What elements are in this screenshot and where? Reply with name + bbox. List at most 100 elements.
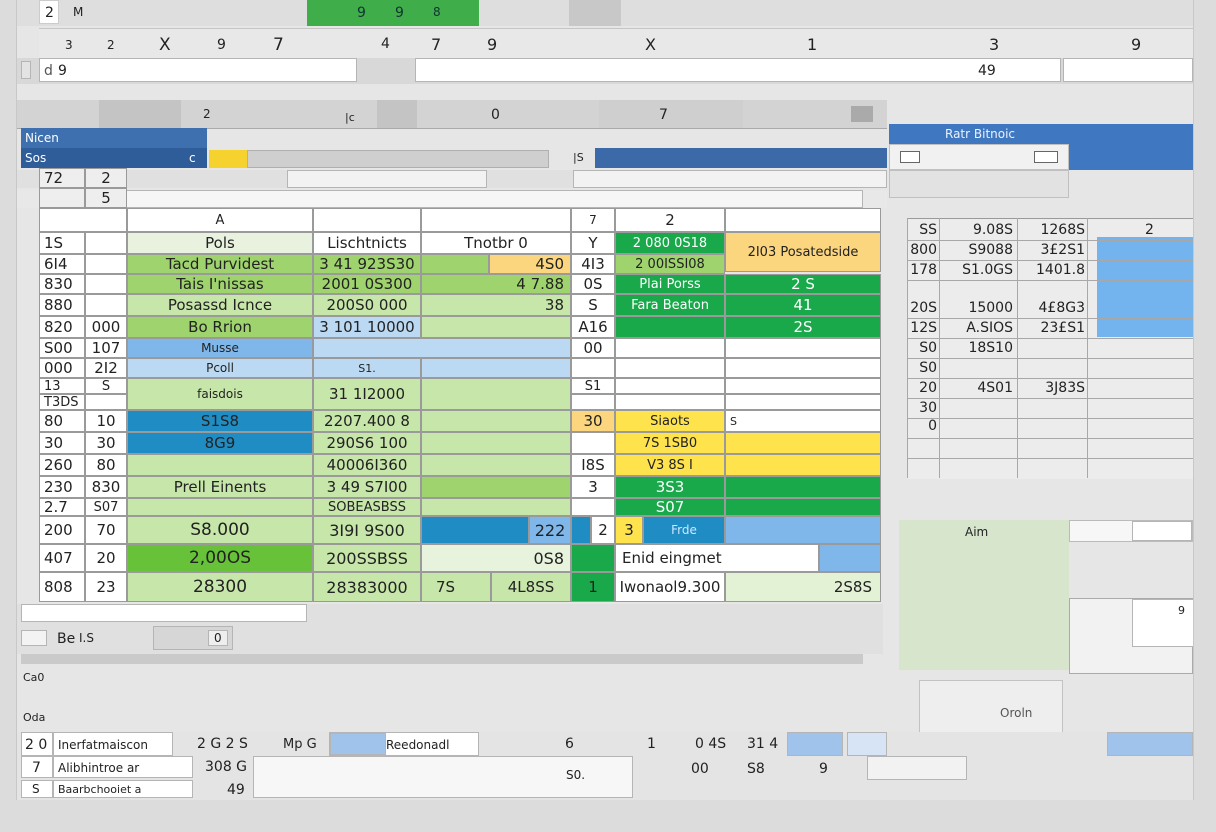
data-cell[interactable]: [313, 338, 571, 358]
panel-cell[interactable]: S9088: [939, 240, 1017, 260]
header-cell[interactable]: Lischtnicts: [313, 232, 421, 254]
row-head-sub[interactable]: [85, 294, 127, 316]
panel-cell[interactable]: 20S: [907, 298, 941, 318]
data-cell[interactable]: [421, 432, 571, 454]
panel-cell[interactable]: 1268S: [1017, 220, 1089, 240]
data-cell[interactable]: [615, 394, 725, 410]
data-cell[interactable]: [421, 254, 489, 274]
total-cell[interactable]: 3I9I 9S00: [313, 516, 421, 544]
data-cell[interactable]: S: [571, 294, 615, 316]
row-head[interactable]: 72: [39, 168, 85, 188]
data-cell[interactable]: Fara Beaton: [615, 294, 725, 316]
row-head[interactable]: 13: [39, 378, 85, 394]
total-cell[interactable]: 2: [591, 516, 615, 544]
row-head-sub[interactable]: [85, 274, 127, 294]
row-head-sub[interactable]: 30: [85, 432, 127, 454]
data-cell[interactable]: Tacd Purvidest: [127, 254, 313, 274]
row-head[interactable]: 880: [39, 294, 85, 316]
col-head-b[interactable]: [313, 208, 421, 232]
sheet-tab-bar[interactable]: [21, 604, 307, 622]
panel-icon-1[interactable]: [900, 151, 920, 163]
data-cell[interactable]: 2207.400 8: [313, 410, 421, 432]
total-cell[interactable]: [421, 516, 529, 544]
data-cell[interactable]: 4S0: [489, 254, 571, 274]
row-head[interactable]: 30: [39, 432, 85, 454]
row-head-sub[interactable]: S: [85, 378, 127, 394]
row-head-sub[interactable]: 10: [85, 410, 127, 432]
data-cell[interactable]: [127, 454, 313, 476]
data-cell[interactable]: V3 8S I: [615, 454, 725, 476]
data-cell[interactable]: faisdois: [127, 378, 313, 410]
header-cell[interactable]: Pols: [127, 232, 313, 254]
row-head[interactable]: S00: [39, 338, 85, 358]
panel-cell[interactable]: A.SIOS: [939, 318, 1017, 338]
data-cell[interactable]: 3: [571, 476, 615, 498]
header-cell[interactable]: 2I03 Posatedside: [725, 232, 881, 272]
row-head[interactable]: 830: [39, 274, 85, 294]
data-cell[interactable]: Siaots: [615, 410, 725, 432]
panel-cell[interactable]: 800: [907, 240, 941, 260]
row-head-sub[interactable]: 107: [85, 338, 127, 358]
header-cell[interactable]: 2 080 0S18: [615, 232, 725, 254]
row-head[interactable]: 230: [39, 476, 85, 498]
data-cell[interactable]: 31 1I2000: [313, 378, 421, 410]
row-head[interactable]: 820: [39, 316, 85, 338]
data-cell[interactable]: 00: [571, 338, 615, 358]
data-cell[interactable]: S07: [615, 498, 725, 516]
bottom-row1-select-chip[interactable]: [330, 733, 386, 755]
header-cell[interactable]: Y: [571, 232, 615, 254]
data-cell[interactable]: S1: [571, 378, 615, 394]
panel-cell[interactable]: 3J83S: [1017, 378, 1089, 398]
data-cell[interactable]: Plai Porss: [615, 274, 725, 294]
data-cell[interactable]: 290S6 100: [313, 432, 421, 454]
total-cell[interactable]: 2,00OS: [127, 544, 313, 572]
nav-first-button[interactable]: [21, 630, 47, 646]
panel-icon-2[interactable]: [1034, 151, 1058, 163]
row-head-sub[interactable]: [85, 254, 127, 274]
panel-cell[interactable]: 1401.8: [1017, 260, 1089, 280]
panel-cell[interactable]: 23£S1: [1017, 318, 1089, 338]
total-cell[interactable]: 28300: [127, 572, 313, 602]
row-head-sub[interactable]: 2I2: [85, 358, 127, 378]
data-cell[interactable]: Tais I'nissas: [127, 274, 313, 294]
total-cell[interactable]: 1: [571, 572, 615, 602]
data-cell[interactable]: I8S: [571, 454, 615, 476]
total-cell[interactable]: 0S8: [421, 544, 571, 572]
data-cell[interactable]: 3S3: [615, 476, 725, 498]
row-head-sub[interactable]: 000: [85, 316, 127, 338]
col-head-f[interactable]: [725, 208, 881, 232]
col-head-d[interactable]: 7: [571, 208, 615, 232]
sheet-footer-box[interactable]: 0: [208, 630, 228, 646]
row-head[interactable]: 80: [39, 410, 85, 432]
sheet-footer-button[interactable]: 0: [153, 626, 233, 650]
bottom-row2-field[interactable]: Alibhintroe ar: [53, 756, 193, 778]
row-head-sub[interactable]: 830: [85, 476, 127, 498]
data-cell[interactable]: [725, 378, 881, 394]
row-head[interactable]: 000: [39, 358, 85, 378]
panel-cell[interactable]: S0: [907, 338, 941, 358]
total-cell[interactable]: 200SSBSS: [313, 544, 421, 572]
panel-cell[interactable]: 178: [907, 260, 941, 280]
data-cell[interactable]: [571, 498, 615, 516]
row-head[interactable]: 6I4: [39, 254, 85, 274]
data-cell[interactable]: 30: [571, 410, 615, 432]
col-head-e[interactable]: 2: [615, 208, 725, 232]
data-cell[interactable]: [725, 358, 881, 378]
bottom-row1-field[interactable]: Inerfatmaiscon: [53, 732, 173, 756]
data-cell[interactable]: 2001 0S300: [313, 274, 421, 294]
panel-cell[interactable]: 20: [907, 378, 941, 398]
data-cell[interactable]: S: [725, 410, 881, 432]
bottom-row2-box[interactable]: [867, 756, 967, 780]
total-cell[interactable]: S8.000: [127, 516, 313, 544]
data-cell[interactable]: 2S: [725, 316, 881, 338]
data-cell[interactable]: [127, 498, 313, 516]
panel-cell[interactable]: 4S01: [939, 378, 1017, 398]
row-head[interactable]: 407: [39, 544, 85, 572]
data-cell[interactable]: [615, 338, 725, 358]
total-cell[interactable]: 2S8S: [725, 572, 881, 602]
row-head-sub[interactable]: 5: [85, 188, 127, 208]
bottom-row2-panel[interactable]: S0.: [253, 756, 633, 798]
panel-cell[interactable]: 12S: [907, 318, 941, 338]
data-cell[interactable]: [615, 358, 725, 378]
row-head[interactable]: 1S: [39, 232, 85, 254]
